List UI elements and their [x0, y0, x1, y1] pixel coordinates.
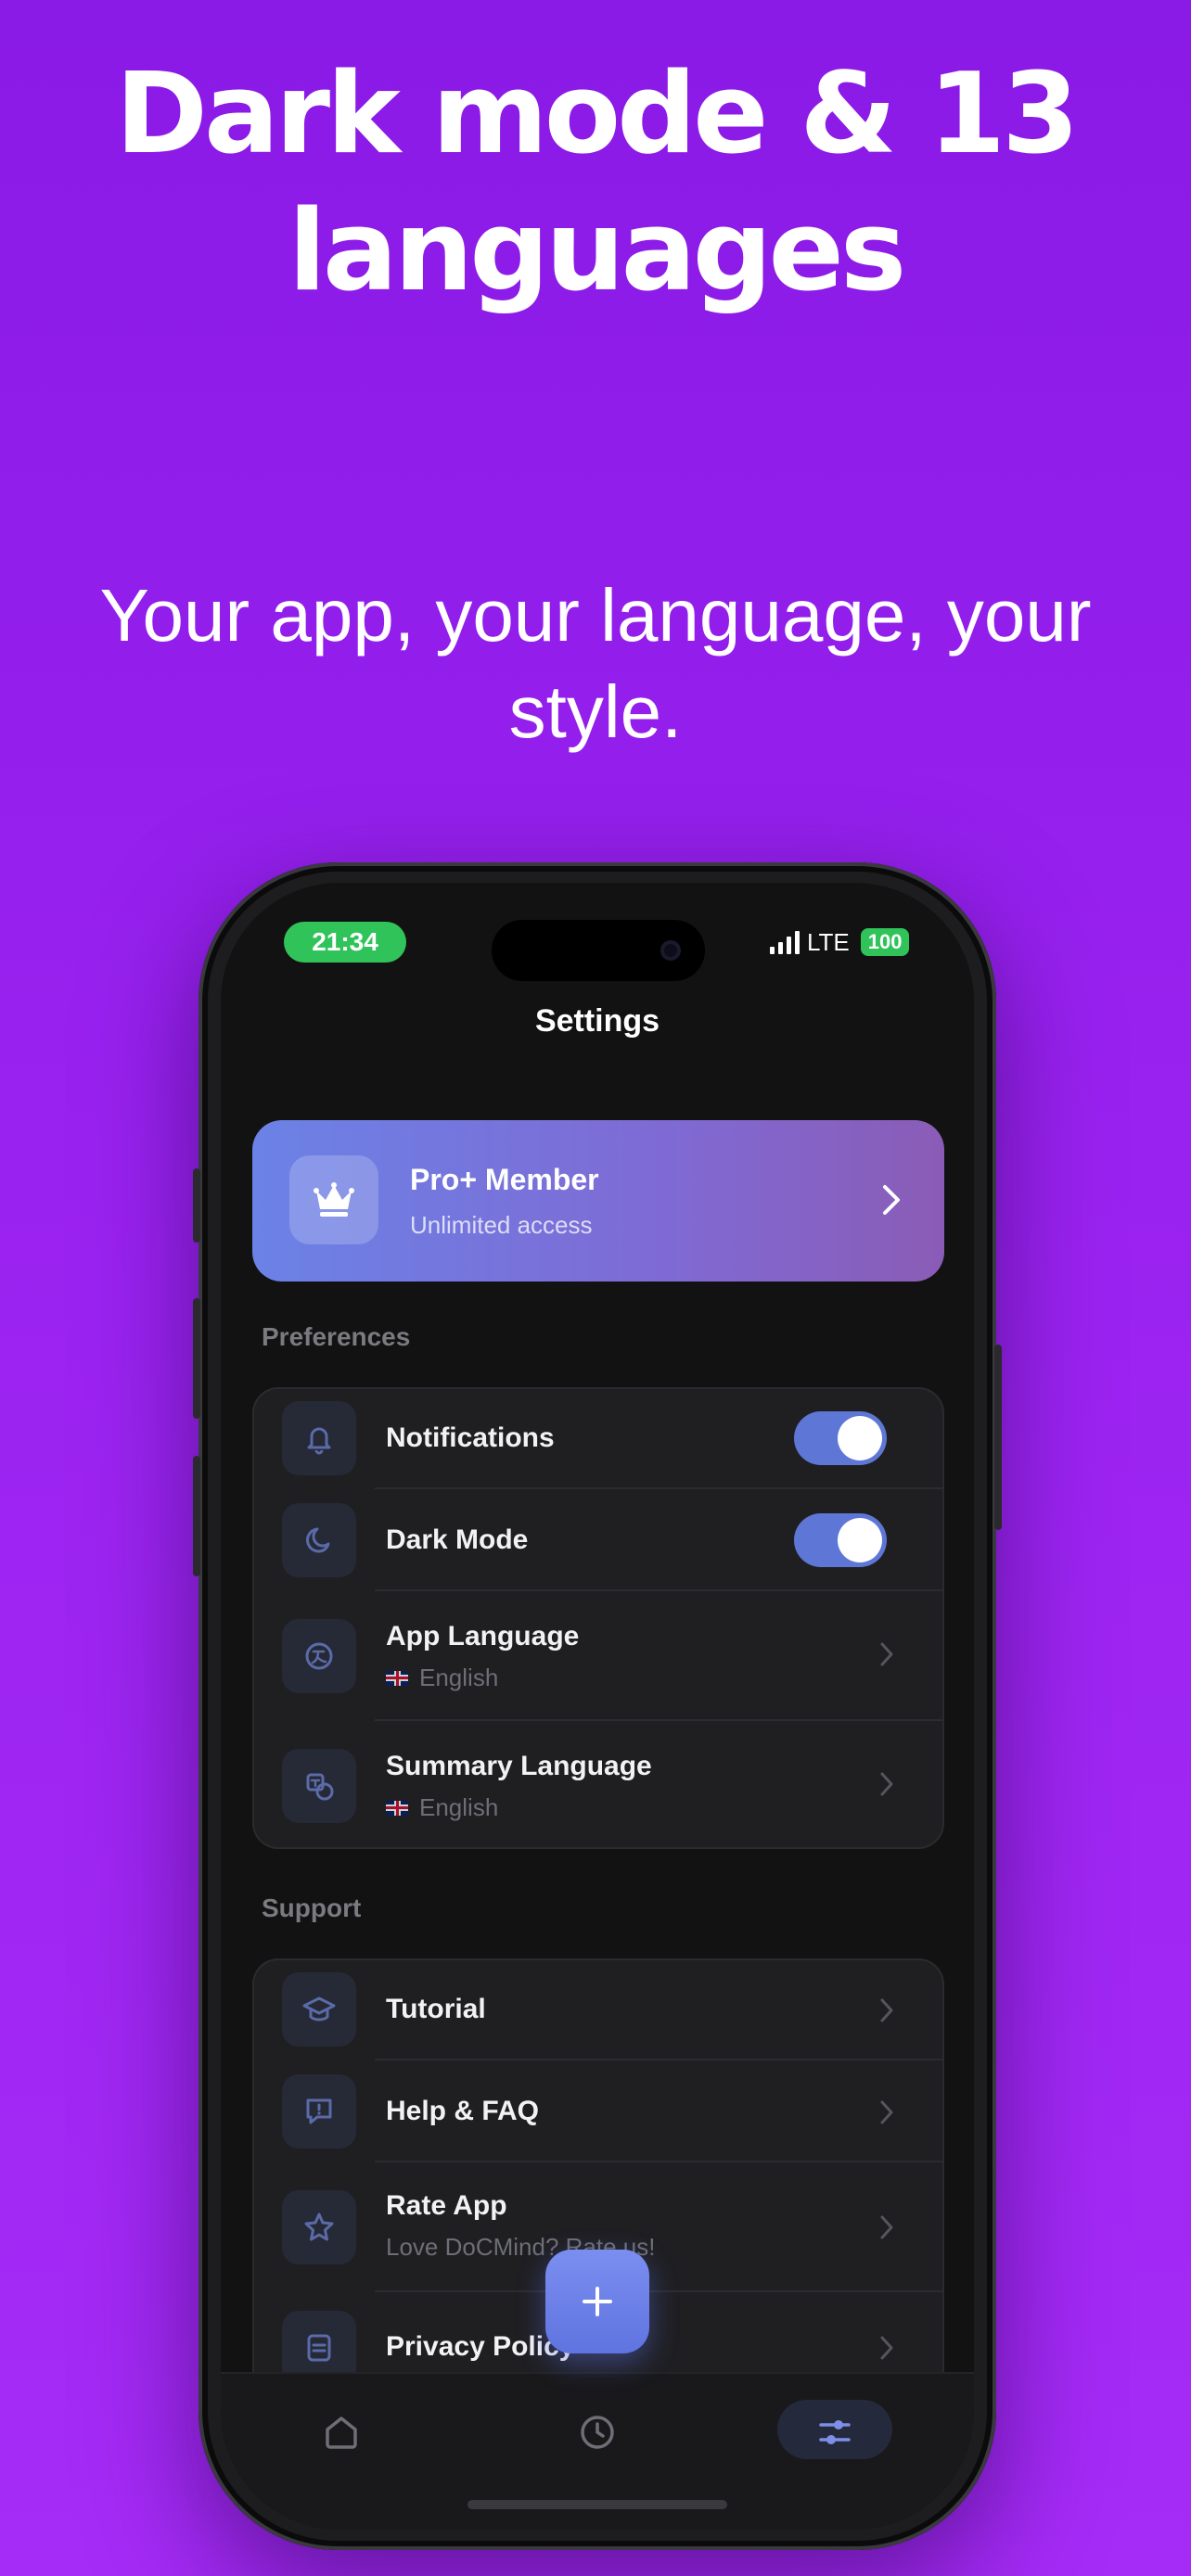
chevron-right-icon [877, 1769, 896, 1803]
chevron-right-icon [879, 1181, 903, 1222]
volume-down-button [193, 1456, 200, 1576]
chevron-right-icon [877, 2213, 896, 2246]
notifications-toggle[interactable] [794, 1411, 887, 1465]
phone-frame: 21:34 LTE 100 Settings Pro+ Member Unlim… [193, 862, 1002, 2550]
row-dark-mode[interactable]: Dark Mode [252, 1489, 944, 1591]
promo-headline: Dark mode & 13 languages [115, 50, 1079, 316]
bell-icon [282, 1401, 356, 1475]
pro-card-title: Pro+ Member [410, 1163, 599, 1196]
row-title: Summary Language [386, 1751, 652, 1781]
signal-icon [770, 930, 800, 954]
row-title: App Language [386, 1621, 580, 1651]
pro-member-card[interactable]: Pro+ Member Unlimited access [252, 1120, 944, 1282]
preferences-group: Notifications Dark Mode App Language Eng… [252, 1387, 944, 1849]
add-button[interactable] [545, 2250, 649, 2353]
row-title: Help & FAQ [386, 2096, 540, 2126]
row-title: Rate App [386, 2190, 507, 2221]
chevron-right-icon [877, 1996, 896, 2029]
row-title: Notifications [386, 1422, 555, 1453]
camera-icon [660, 940, 681, 961]
chevron-right-icon [877, 2333, 896, 2366]
support-group: Tutorial Help & FAQ Rate App Love DoCMin… [252, 1958, 944, 2441]
tab-settings-icon-wrap[interactable] [802, 2400, 867, 2465]
promo-subline: Your app, your language, your style. [99, 574, 1092, 753]
graduation-cap-icon [282, 1972, 356, 2047]
app-language-value: English [419, 1664, 499, 1691]
phone-screen: 21:34 LTE 100 Settings Pro+ Member Unlim… [221, 883, 974, 2530]
status-time: 21:34 [284, 922, 406, 963]
section-label-support: Support [262, 1894, 362, 1922]
home-icon [326, 2417, 357, 2449]
section-label-preferences: Preferences [262, 1322, 411, 1351]
crown-icon [289, 1155, 378, 1244]
chevron-right-icon [877, 2098, 896, 2131]
row-tutorial[interactable]: Tutorial [252, 1958, 944, 2060]
sliders-icon [819, 2420, 851, 2444]
volume-up-button [193, 1298, 200, 1419]
chevron-right-icon [877, 1639, 896, 1673]
language-doc-icon [282, 1749, 356, 1823]
plus-icon [583, 2287, 612, 2316]
row-title: Dark Mode [386, 1524, 529, 1555]
translate-icon [282, 1619, 356, 1693]
uk-flag-icon [386, 1800, 408, 1816]
page-title: Settings [534, 1003, 660, 1039]
mute-switch [193, 1168, 200, 1243]
tab-home[interactable] [309, 2400, 374, 2465]
dark-mode-toggle[interactable] [794, 1513, 887, 1567]
row-subtitle: English [386, 1664, 498, 1692]
row-help-faq[interactable]: Help & FAQ [252, 2060, 944, 2162]
star-icon [282, 2190, 356, 2264]
help-chat-icon [282, 2074, 356, 2149]
toggle-knob [838, 1518, 882, 1562]
tab-bar [221, 2372, 974, 2530]
moon-icon [282, 1503, 356, 1577]
tab-history[interactable] [565, 2400, 630, 2465]
battery-icon: 100 [860, 928, 910, 956]
row-subtitle: English [386, 1793, 498, 1822]
network-label: LTE [807, 927, 850, 956]
row-summary-language[interactable]: Summary Language English [252, 1721, 944, 1849]
row-notifications[interactable]: Notifications [252, 1387, 944, 1489]
row-app-language[interactable]: App Language English [252, 1591, 944, 1721]
status-indicators: LTE 100 [770, 925, 910, 959]
toggle-knob [838, 1416, 882, 1460]
row-title: Tutorial [386, 1994, 486, 2024]
power-button [994, 1345, 1002, 1530]
dynamic-island [492, 920, 705, 981]
pro-card-subtitle: Unlimited access [410, 1211, 593, 1239]
uk-flag-icon [386, 1670, 408, 1686]
clock-icon [581, 2416, 614, 2449]
summary-language-value: English [419, 1793, 499, 1821]
home-indicator [467, 2500, 727, 2509]
